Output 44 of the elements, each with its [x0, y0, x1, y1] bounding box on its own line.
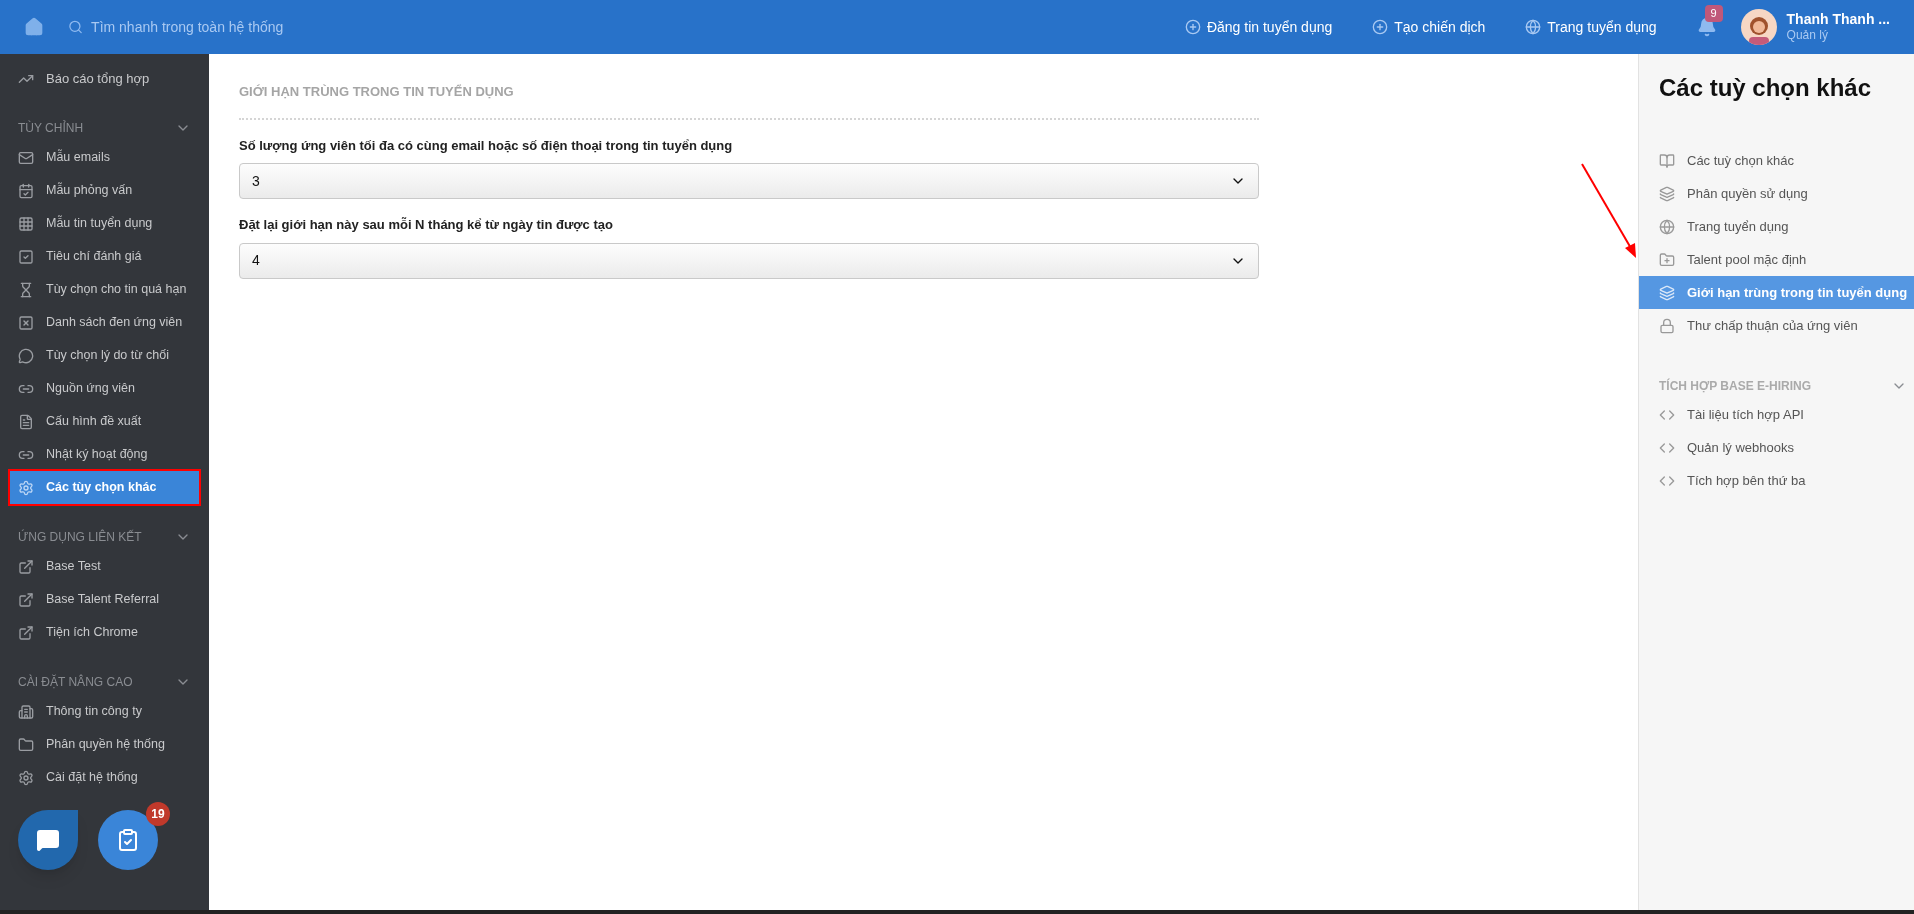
user-name: Thanh Thanh ...	[1786, 10, 1890, 29]
sidebar-item[interactable]: Base Test	[10, 550, 199, 583]
dropdown[interactable]: 3	[239, 163, 1259, 199]
nav-link[interactable]: Đăng tin tuyển dụng	[1184, 16, 1333, 38]
sidebar-item[interactable]: Tùy chọn lý do từ chối	[10, 339, 199, 372]
user-role: Quản lý	[1786, 28, 1829, 44]
sidebar-item[interactable]: Danh sách đen ứng viên	[10, 306, 199, 339]
section-heading: TÍCH HỢP BASE E-HIRING	[1659, 377, 1812, 395]
panel-menu-item[interactable]: Tích hợp bên thứ ba	[1639, 464, 1914, 497]
sidebar-item[interactable]: Tiện ích Chrome	[10, 616, 199, 649]
section-heading: CÀI ĐẶT NÂNG CAO	[18, 673, 133, 691]
panel-title: Các tuỳ chọn khác	[1658, 73, 1873, 103]
sidebar-item[interactable]: Các tùy chọn khác	[10, 471, 199, 504]
section-title: GIỚI HẠN TRÙNG TRONG TIN TUYỂN DỤNG	[239, 83, 515, 101]
search-field[interactable]: Tìm nhanh trong toàn hệ thống	[68, 16, 468, 38]
sidebar-item[interactable]: Nhật ký hoạt động	[10, 438, 199, 471]
field-label: Đặt lại giới hạn này sau mỗi N tháng kể từ ngày tin được tạo	[239, 216, 614, 234]
panel-menu-item[interactable]: Quản lý webhooks	[1639, 431, 1914, 464]
section-heading: ỨNG DỤNG LIÊN KẾT	[18, 528, 142, 546]
sidebar-item[interactable]: Base Talent Referral	[10, 583, 199, 616]
sidebar-item[interactable]: Mẫu phỏng vấn	[10, 174, 199, 207]
panel-menu-item[interactable]: Trang tuyển dụng	[1639, 210, 1914, 243]
sidebar-item[interactable]: Nguồn ứng viên	[10, 372, 199, 405]
nav-link[interactable]: Tạo chiến dịch	[1372, 16, 1486, 38]
sidebar-item[interactable]: Thông tin công ty	[10, 695, 199, 728]
sidebar-item[interactable]: Mẫu emails	[10, 141, 199, 174]
tasks-badge: 19	[146, 802, 170, 826]
panel-menu-item[interactable]: Phân quyền sử dụng	[1639, 177, 1914, 210]
nav-link[interactable]: Trang tuyển dụng	[1525, 16, 1657, 38]
sidebar-item[interactable]: Mẫu tin tuyển dụng	[10, 207, 199, 240]
panel-menu-item[interactable]: Tài liệu tích hợp API	[1639, 398, 1914, 431]
sidebar-item[interactable]: Phân quyền hệ thống	[10, 728, 199, 761]
panel-menu-item[interactable]: Các tuỳ chọn khác	[1639, 144, 1914, 177]
sidebar-item[interactable]: Tiêu chí đánh giá	[10, 240, 199, 273]
sidebar-item[interactable]: Cấu hình đề xuất	[10, 405, 199, 438]
sidebar-item[interactable]: Tùy chọn cho tin quá hạn	[10, 273, 199, 306]
panel-menu-item[interactable]: Thư chấp thuận của ứng viên	[1639, 309, 1914, 342]
notification-badge: 9	[1704, 5, 1723, 22]
section-heading: TÙY CHỈNH	[18, 119, 84, 137]
sidebar-item[interactable]: Báo cáo tổng hợp	[0, 62, 209, 95]
dropdown[interactable]: 4	[239, 242, 1259, 279]
sidebar-item[interactable]: Cài đặt hệ thống	[10, 761, 199, 794]
field-label: Số lượng ứng viên tối đa có cùng email hoặc số điện thoại trong tin tuyển dụng	[239, 136, 734, 155]
panel-menu-item[interactable]: Talent pool mặc định	[1639, 243, 1914, 276]
